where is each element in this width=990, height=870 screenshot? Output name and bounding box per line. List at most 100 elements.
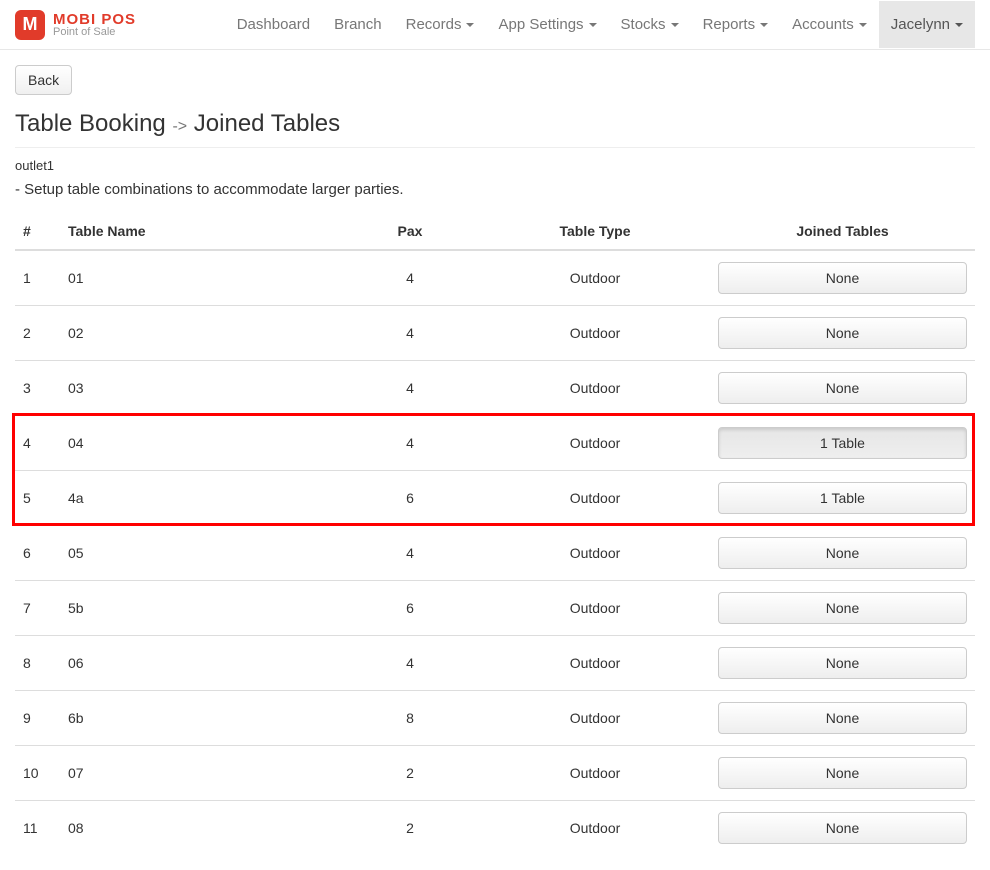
cell-type: Outdoor: [480, 801, 710, 856]
joined-tables-button[interactable]: None: [718, 317, 967, 349]
cell-num: 5: [15, 471, 60, 526]
cell-pax: 6: [340, 471, 480, 526]
brand-subtitle: Point of Sale: [53, 27, 136, 38]
nav-app-settings[interactable]: App Settings: [486, 1, 608, 48]
chevron-down-icon: [589, 23, 597, 27]
cell-num: 11: [15, 801, 60, 856]
cell-name: 04: [60, 416, 340, 471]
cell-num: 10: [15, 746, 60, 801]
joined-tables-button[interactable]: None: [718, 262, 967, 294]
cell-pax: 4: [340, 306, 480, 361]
nav-branch[interactable]: Branch: [322, 1, 394, 48]
header-num: #: [15, 213, 60, 250]
cell-num: 7: [15, 581, 60, 636]
cell-name: 6b: [60, 691, 340, 746]
cell-name: 5b: [60, 581, 340, 636]
cell-joined: None: [710, 361, 975, 416]
chevron-down-icon: [760, 23, 768, 27]
cell-type: Outdoor: [480, 636, 710, 691]
brand-icon: M: [15, 10, 45, 40]
joined-tables-button[interactable]: None: [718, 372, 967, 404]
joined-tables-button[interactable]: None: [718, 702, 967, 734]
cell-type: Outdoor: [480, 691, 710, 746]
header-type: Table Type: [480, 213, 710, 250]
table-row: 10072OutdoorNone: [15, 746, 975, 801]
nav-app-settings-label: App Settings: [498, 16, 583, 33]
cell-joined: None: [710, 306, 975, 361]
header-joined: Joined Tables: [710, 213, 975, 250]
cell-pax: 2: [340, 801, 480, 856]
nav-stocks[interactable]: Stocks: [609, 1, 691, 48]
cell-joined: None: [710, 746, 975, 801]
nav-user[interactable]: Jacelynn: [879, 1, 975, 48]
cell-type: Outdoor: [480, 250, 710, 306]
nav-accounts-label: Accounts: [792, 16, 854, 33]
cell-pax: 4: [340, 250, 480, 306]
cell-name: 06: [60, 636, 340, 691]
chevron-down-icon: [859, 23, 867, 27]
cell-type: Outdoor: [480, 306, 710, 361]
page-description: - Setup table combinations to accommodat…: [15, 181, 975, 198]
cell-joined: None: [710, 250, 975, 306]
cell-type: Outdoor: [480, 471, 710, 526]
cell-name: 08: [60, 801, 340, 856]
cell-name: 05: [60, 526, 340, 581]
header-name: Table Name: [60, 213, 340, 250]
nav-records[interactable]: Records: [394, 1, 487, 48]
joined-tables-button[interactable]: 1 Table: [718, 482, 967, 514]
page-container: Back Table Booking -> Joined Tables outl…: [0, 50, 990, 870]
table-row: 54a6Outdoor1 Table: [15, 471, 975, 526]
cell-num: 9: [15, 691, 60, 746]
navbar: M MOBI POS Point of Sale Dashboard Branc…: [0, 0, 990, 50]
cell-joined: None: [710, 526, 975, 581]
brand[interactable]: M MOBI POS Point of Sale: [15, 10, 136, 40]
nav-records-label: Records: [406, 16, 462, 33]
outlet-name: outlet1: [15, 158, 975, 173]
nav-accounts[interactable]: Accounts: [780, 1, 879, 48]
cell-pax: 4: [340, 636, 480, 691]
cell-pax: 2: [340, 746, 480, 801]
joined-tables-button[interactable]: None: [718, 757, 967, 789]
cell-joined: None: [710, 636, 975, 691]
table-row: 75b6OutdoorNone: [15, 581, 975, 636]
brand-title: MOBI POS: [53, 12, 136, 27]
nav-dashboard[interactable]: Dashboard: [225, 1, 322, 48]
cell-pax: 8: [340, 691, 480, 746]
cell-name: 03: [60, 361, 340, 416]
joined-tables-button[interactable]: None: [718, 537, 967, 569]
nav-user-label: Jacelynn: [891, 16, 950, 33]
cell-name: 01: [60, 250, 340, 306]
nav-reports[interactable]: Reports: [691, 1, 781, 48]
page-title: Table Booking -> Joined Tables: [15, 110, 975, 148]
cell-joined: None: [710, 691, 975, 746]
cell-type: Outdoor: [480, 746, 710, 801]
table-header-row: # Table Name Pax Table Type Joined Table…: [15, 213, 975, 250]
joined-tables-button[interactable]: 1 Table: [718, 427, 967, 459]
table-row: 96b8OutdoorNone: [15, 691, 975, 746]
cell-num: 2: [15, 306, 60, 361]
cell-num: 3: [15, 361, 60, 416]
cell-pax: 4: [340, 526, 480, 581]
back-button[interactable]: Back: [15, 65, 72, 95]
cell-name: 07: [60, 746, 340, 801]
cell-pax: 4: [340, 416, 480, 471]
cell-joined: 1 Table: [710, 416, 975, 471]
cell-num: 1: [15, 250, 60, 306]
cell-num: 8: [15, 636, 60, 691]
joined-tables-button[interactable]: None: [718, 647, 967, 679]
brand-text: MOBI POS Point of Sale: [53, 12, 136, 38]
table-row: 11082OutdoorNone: [15, 801, 975, 856]
cell-num: 6: [15, 526, 60, 581]
cell-num: 4: [15, 416, 60, 471]
cell-joined: None: [710, 801, 975, 856]
cell-type: Outdoor: [480, 526, 710, 581]
chevron-down-icon: [466, 23, 474, 27]
cell-type: Outdoor: [480, 416, 710, 471]
joined-tables-button[interactable]: None: [718, 592, 967, 624]
cell-name: 4a: [60, 471, 340, 526]
joined-tables-button[interactable]: None: [718, 812, 967, 844]
title-part1: Table Booking: [15, 110, 166, 137]
table-row: 6054OutdoorNone: [15, 526, 975, 581]
cell-joined: 1 Table: [710, 471, 975, 526]
table-row: 3034OutdoorNone: [15, 361, 975, 416]
